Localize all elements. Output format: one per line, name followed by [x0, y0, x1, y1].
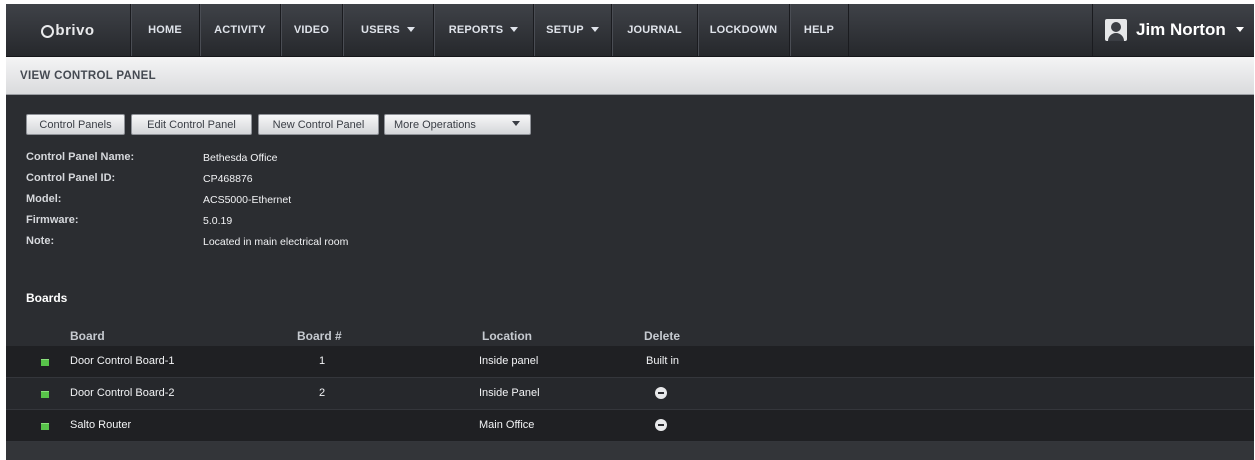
circuit-board-icon: [41, 359, 49, 366]
delete-board-icon[interactable]: [655, 387, 667, 399]
column-header-delete: Delete: [644, 329, 681, 343]
nav-lockdown-label: LOCKDOWN: [709, 24, 778, 36]
brivo-logo[interactable]: brivo: [6, 4, 130, 56]
brivo-logo-mark-icon: [41, 24, 55, 38]
column-header-board: Board: [70, 329, 105, 343]
brivo-logo-text: brivo: [55, 21, 95, 39]
board-name[interactable]: Door Control Board-1: [70, 346, 175, 377]
nav-reports[interactable]: REPORTS: [433, 4, 533, 56]
nav-reports-label: REPORTS: [448, 24, 504, 36]
column-header-board-number: Board #: [297, 329, 342, 343]
nav-home[interactable]: HOME: [130, 4, 199, 56]
control-panel-name-label: Control Panel Name:: [26, 151, 135, 163]
user-name: Jim Norton: [1136, 20, 1226, 39]
column-header-location: Location: [482, 329, 532, 343]
nav-activity-label: ACTIVITY: [214, 24, 266, 36]
app-frame: brivo HOME ACTIVITY VIDEO USERS REPORTS …: [6, 4, 1254, 460]
nav-home-label: HOME: [148, 24, 182, 36]
model-label: Model:: [26, 193, 62, 205]
board-name[interactable]: Salto Router: [70, 410, 131, 441]
board-location: Inside panel: [479, 355, 539, 367]
setup-chevron-down-icon: [590, 26, 599, 32]
control-panel-id-value: CP468876: [203, 173, 253, 185]
firmware-label: Firmware:: [26, 214, 79, 226]
edit-control-panel-button[interactable]: Edit Control Panel: [131, 114, 252, 135]
nav-help-label: HELP: [803, 24, 835, 36]
nav-help[interactable]: HELP: [789, 4, 849, 56]
nav-video-label: VIDEO: [293, 24, 330, 36]
more-operations-chevron-down-icon: [512, 121, 520, 126]
more-operations-label: More Operations: [394, 118, 476, 131]
users-chevron-down-icon: [406, 26, 415, 32]
circuit-board-icon: [41, 423, 49, 430]
nav-video[interactable]: VIDEO: [280, 4, 342, 56]
delete-board-icon[interactable]: [655, 419, 667, 431]
page-title-bar: VIEW CONTROL PANEL: [6, 57, 1254, 95]
control-panels-button[interactable]: Control Panels: [26, 114, 125, 135]
user-menu[interactable]: Jim Norton: [1092, 4, 1254, 56]
board-row[interactable]: Door Control Board-2 2 Inside Panel: [6, 378, 1254, 410]
board-location: Main Office: [479, 419, 535, 431]
note-label: Note:: [26, 235, 55, 247]
firmware-value: 5.0.19: [203, 215, 233, 227]
board-delete-status: Built in: [646, 355, 680, 367]
user-avatar-icon: [1105, 19, 1127, 41]
nav-users-label: USERS: [361, 24, 400, 36]
nav-journal[interactable]: JOURNAL: [611, 4, 697, 56]
nav-setup[interactable]: SETUP: [533, 4, 611, 56]
board-name[interactable]: Door Control Board-2: [70, 378, 175, 409]
nav-lockdown[interactable]: LOCKDOWN: [697, 4, 789, 56]
nav-users[interactable]: USERS: [342, 4, 433, 56]
control-panel-id-label: Control Panel ID:: [26, 172, 116, 184]
reports-chevron-down-icon: [510, 26, 519, 32]
model-value: ACS5000-Ethernet: [203, 194, 292, 206]
board-location: Inside Panel: [479, 387, 540, 399]
nav-setup-label: SETUP: [546, 24, 584, 36]
content-bottom-strip: [6, 442, 1254, 460]
board-number: 2: [319, 387, 326, 399]
note-value: Located in main electrical room: [203, 236, 349, 248]
nav-journal-label: JOURNAL: [627, 24, 682, 36]
control-panel-name-value: Bethesda Office: [203, 152, 278, 164]
board-row[interactable]: Salto Router Main Office: [6, 410, 1254, 442]
board-row[interactable]: Door Control Board-1 1 Inside panel Buil…: [6, 346, 1254, 378]
circuit-board-icon: [41, 391, 49, 398]
nav-activity[interactable]: ACTIVITY: [199, 4, 280, 56]
board-number: 1: [319, 355, 326, 367]
user-menu-chevron-down-icon: [1235, 26, 1244, 32]
new-control-panel-button[interactable]: New Control Panel: [258, 114, 379, 135]
boards-section-title: Boards: [26, 291, 68, 305]
top-navbar: brivo HOME ACTIVITY VIDEO USERS REPORTS …: [6, 4, 1254, 57]
more-operations-dropdown[interactable]: More Operations: [384, 114, 531, 135]
page-title: VIEW CONTROL PANEL: [20, 69, 156, 82]
